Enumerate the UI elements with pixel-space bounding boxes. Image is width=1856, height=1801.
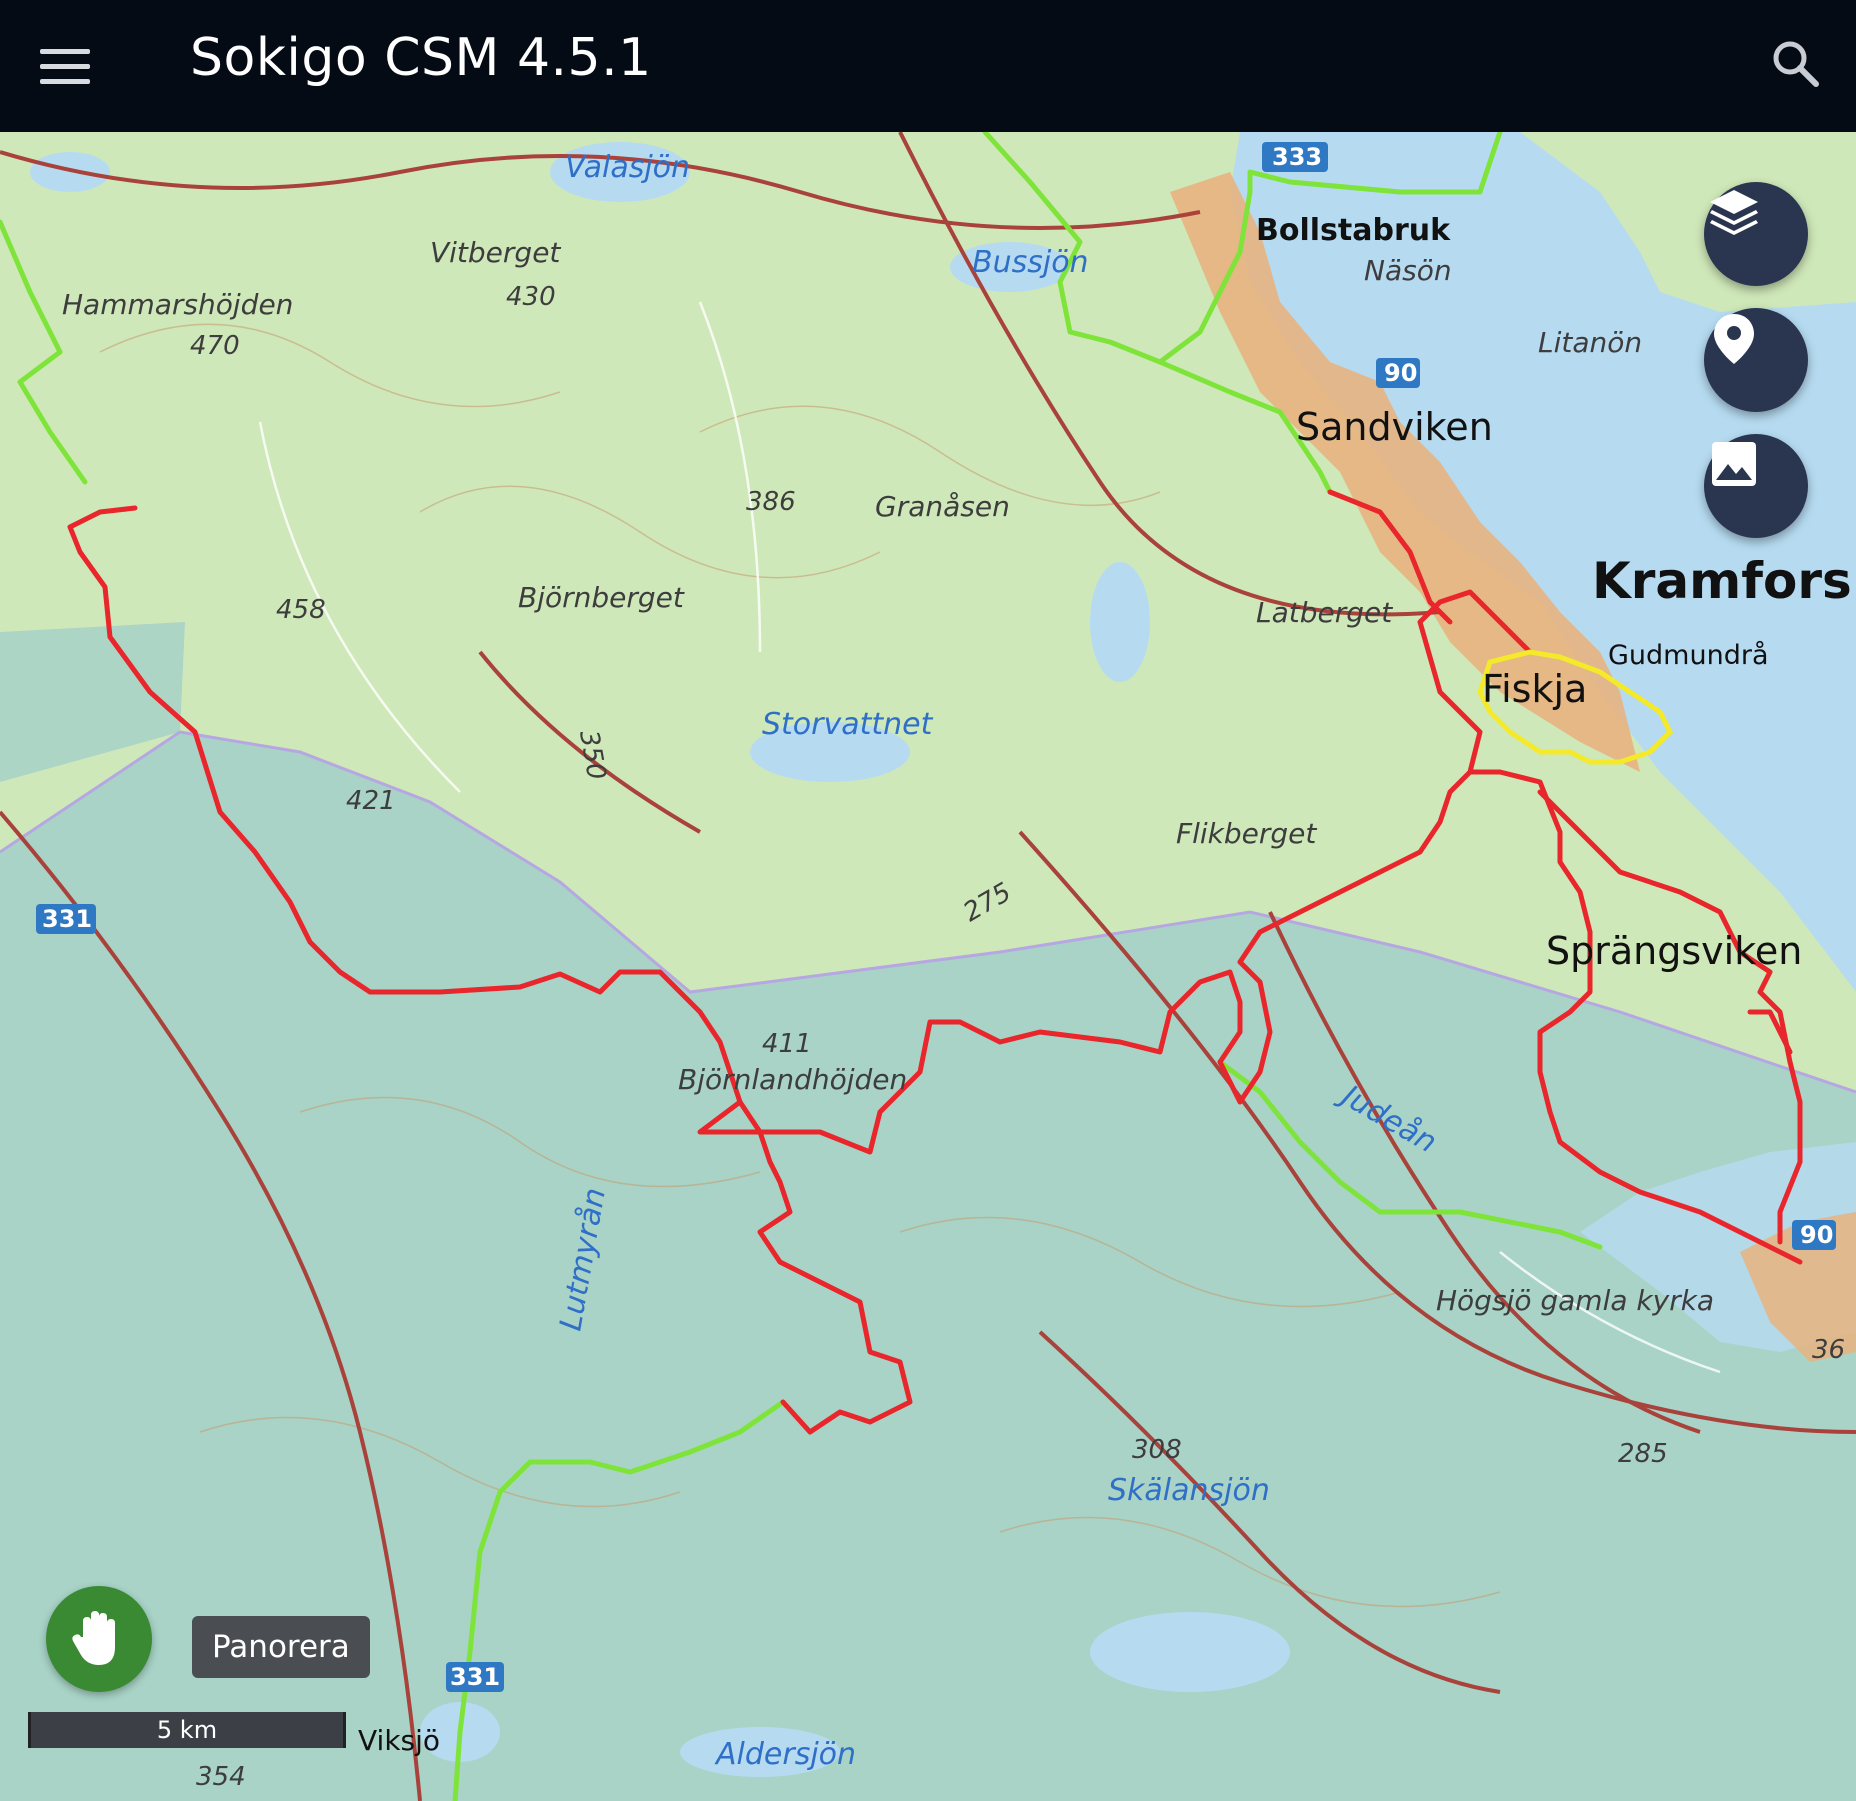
- label-viksjo: Viksjö: [358, 1724, 440, 1757]
- label-hogsjo: Högsjö gamla kyrka: [1436, 1284, 1714, 1317]
- layers-button[interactable]: [1704, 182, 1808, 286]
- road-331-south: 331: [450, 1663, 500, 1691]
- label-hammarshojden: Hammarshöjden: [62, 288, 293, 321]
- label-granasen: Granåsen: [875, 490, 1010, 523]
- pan-button[interactable]: [46, 1586, 152, 1692]
- label-flikberget: Flikberget: [1176, 817, 1317, 850]
- label-nason: Näsön: [1364, 254, 1452, 287]
- lake-skalansjon: [1090, 1612, 1290, 1692]
- label-bollstabruk: Bollstabruk: [1256, 213, 1451, 248]
- label-valasjon: Valasjön: [565, 150, 690, 185]
- label-storvattnet: Storvattnet: [762, 707, 934, 742]
- label-fiskja: Fiskja: [1482, 667, 1587, 711]
- elev-386: 386: [746, 487, 796, 517]
- label-kramfors: Kramfors: [1592, 552, 1852, 610]
- elev-421: 421: [346, 786, 396, 816]
- image-icon: [1712, 442, 1756, 486]
- hamburger-menu-icon[interactable]: [40, 34, 104, 98]
- label-latberget: Latberget: [1256, 596, 1393, 629]
- road-333: 333: [1272, 143, 1322, 171]
- map-canvas[interactable]: Valasjön Bussjön Storvattnet Skälansjön …: [0, 132, 1856, 1801]
- road-331-west: 331: [42, 905, 92, 933]
- elev-430: 430: [506, 282, 556, 312]
- label-sandviken: Sandviken: [1296, 405, 1493, 449]
- label-gudmundra: Gudmundrå: [1608, 640, 1768, 671]
- road-90-north: 90: [1384, 359, 1417, 387]
- hand-icon: [72, 1611, 115, 1665]
- label-vitberget: Vitberget: [430, 236, 561, 269]
- app-title: Sokigo CSM 4.5.1: [190, 28, 652, 88]
- scale-bar: 5 km: [28, 1712, 346, 1748]
- image-button[interactable]: [1704, 434, 1808, 538]
- location-button[interactable]: [1704, 308, 1808, 412]
- elev-411: 411: [762, 1029, 812, 1059]
- label-skalansjon: Skälansjön: [1108, 1473, 1270, 1508]
- location-pin-icon: [1714, 314, 1754, 364]
- road-90-south: 90: [1800, 1221, 1833, 1249]
- elev-458: 458: [276, 595, 326, 625]
- label-sprangsviken: Sprängsviken: [1546, 929, 1802, 973]
- map-view[interactable]: Valasjön Bussjön Storvattnet Skälansjön …: [0, 132, 1856, 1801]
- elev-470: 470: [190, 331, 240, 361]
- app-bar: Sokigo CSM 4.5.1: [0, 0, 1856, 132]
- label-bjornlandhojden: Björnlandhöjden: [678, 1063, 907, 1096]
- pan-mode-label: Panorera: [192, 1616, 370, 1678]
- layers-icon: [1710, 190, 1758, 235]
- lake: [30, 152, 110, 192]
- elev-285: 285: [1618, 1439, 1668, 1469]
- elev-354: 354: [196, 1762, 246, 1792]
- elev-308: 308: [1132, 1435, 1182, 1465]
- search-icon[interactable]: [1766, 34, 1826, 94]
- label-litanon: Litanön: [1538, 326, 1642, 359]
- lake: [1090, 562, 1150, 682]
- label-aldersjon: Aldersjön: [714, 1737, 856, 1772]
- elev-36: 36: [1812, 1335, 1845, 1365]
- label-bussjon: Bussjön: [972, 245, 1089, 280]
- label-bjornberget: Björnberget: [518, 581, 685, 614]
